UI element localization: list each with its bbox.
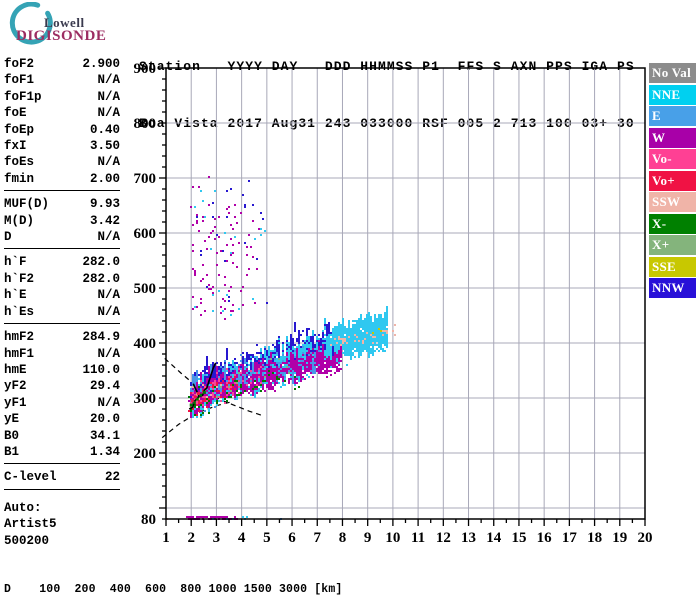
svg-text:12: 12 (436, 530, 451, 546)
plot-border (166, 68, 645, 519)
svg-text:9: 9 (364, 530, 372, 546)
legend-item: NNE (649, 85, 696, 105)
svg-text:17: 17 (562, 530, 578, 546)
svg-text:400: 400 (134, 336, 157, 352)
svg-text:500: 500 (134, 281, 157, 297)
svg-text:300: 300 (134, 391, 157, 407)
svg-text:18: 18 (587, 530, 602, 546)
svg-text:200: 200 (134, 446, 157, 462)
legend-item: X- (649, 214, 696, 234)
axis-ticks (159, 68, 645, 526)
svg-text:20: 20 (638, 530, 653, 546)
svg-text:1: 1 (162, 530, 170, 546)
svg-text:80: 80 (141, 512, 156, 528)
echo-scatter-layer (166, 176, 396, 520)
y-axis-labels: 900 800 700 600 500 400 300 200 80 (134, 61, 157, 528)
footer-block: D 100 200 400 600 800 1000 1500 3000 [km… (4, 556, 700, 600)
svg-text:6: 6 (288, 530, 296, 546)
svg-text:13: 13 (461, 530, 476, 546)
svg-text:7: 7 (314, 530, 322, 546)
svg-text:900: 900 (134, 61, 157, 77)
svg-text:4: 4 (238, 530, 246, 546)
x-axis-labels: 1234567891011121314151617181920 (162, 530, 652, 546)
legend-item: Vo- (649, 149, 696, 169)
svg-text:15: 15 (511, 530, 526, 546)
legend-item: SSW (649, 192, 696, 212)
legend-item: Vo+ (649, 171, 696, 191)
grid (166, 68, 645, 519)
legend-item: No Val (649, 63, 696, 83)
svg-text:8: 8 (339, 530, 347, 546)
legend-item: NNW (649, 278, 696, 298)
legend-item: E (649, 106, 696, 126)
svg-text:10: 10 (385, 530, 400, 546)
svg-text:14: 14 (486, 530, 502, 546)
svg-text:700: 700 (134, 171, 157, 187)
svg-text:5: 5 (263, 530, 271, 546)
svg-text:2: 2 (187, 530, 195, 546)
svg-text:19: 19 (612, 530, 627, 546)
svg-text:600: 600 (134, 226, 157, 242)
legend-item: X+ (649, 235, 696, 255)
svg-text:16: 16 (537, 530, 553, 546)
legend-item: SSE (649, 257, 696, 277)
direction-color-legend: No ValNNEEWVo-Vo+SSWX-X+SSENNW (649, 63, 696, 300)
digisonde-ionogram-screen: { "logo": {"line1": "Lowell", "line2": "… (0, 0, 700, 600)
svg-text:11: 11 (411, 530, 425, 546)
svg-text:3: 3 (213, 530, 221, 546)
ionogram-plot: 9008007006005004003002008012345678910111… (0, 0, 700, 600)
muf-distance-row: D 100 200 400 600 800 1000 1500 3000 [km… (4, 583, 700, 597)
legend-item: W (649, 128, 696, 148)
svg-text:800: 800 (134, 116, 157, 132)
